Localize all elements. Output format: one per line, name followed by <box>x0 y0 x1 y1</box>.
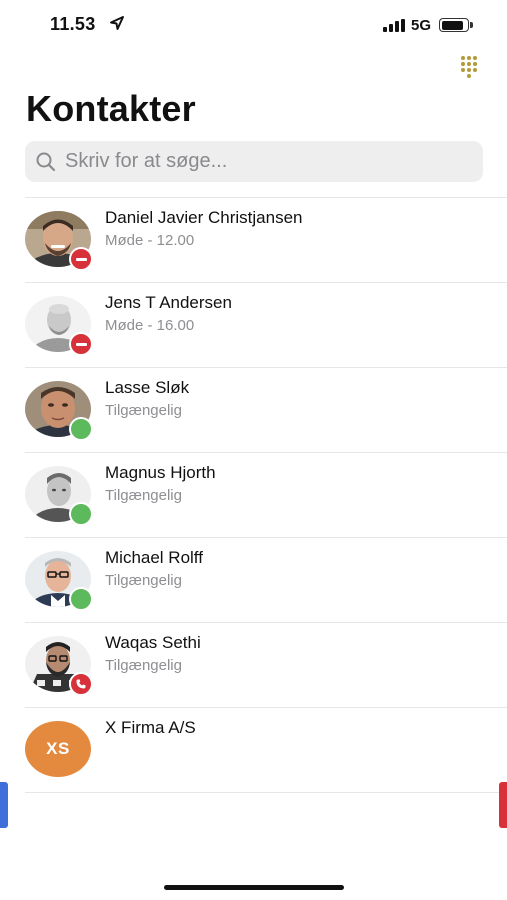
contact-status: Tilgængelig <box>105 572 182 589</box>
right-edge-tab[interactable] <box>499 782 507 828</box>
contact-name: Michael Rolff <box>105 548 203 567</box>
left-edge-tab[interactable] <box>0 782 8 828</box>
contact-status: Tilgængelig <box>105 487 182 504</box>
search-bar[interactable] <box>25 141 483 182</box>
available-status-icon <box>69 502 93 526</box>
available-status-icon <box>69 417 93 441</box>
avatar-wrap <box>25 211 93 271</box>
location-arrow-icon <box>110 16 124 30</box>
contact-row[interactable]: XS X Firma A/S <box>25 708 507 793</box>
dialpad-grid-icon[interactable] <box>458 56 480 78</box>
status-bar: 11.53 5G <box>0 0 507 52</box>
contact-row[interactable]: Magnus Hjorth Tilgængelig <box>25 453 507 538</box>
avatar-wrap <box>25 466 93 526</box>
avatar-wrap <box>25 636 93 696</box>
avatar-wrap <box>25 381 93 441</box>
contact-status: Tilgængelig <box>105 402 182 419</box>
avatar-wrap: XS <box>25 721 91 779</box>
contact-row[interactable]: Jens T Andersen Møde - 16.00 <box>25 283 507 368</box>
avatar-wrap <box>25 296 93 356</box>
busy-status-icon <box>69 247 93 271</box>
phone-icon <box>76 679 86 689</box>
on-call-status-icon <box>69 672 93 696</box>
cellular-signal-icon <box>382 18 405 32</box>
contact-name: Daniel Javier Christjansen <box>105 208 303 227</box>
contact-row[interactable]: Daniel Javier Christjansen Møde - 12.00 <box>25 198 507 283</box>
status-time: 11.53 <box>50 14 96 34</box>
contact-row[interactable]: Michael Rolff Tilgængelig <box>25 538 507 623</box>
home-indicator[interactable] <box>164 885 344 890</box>
contact-name: Magnus Hjorth <box>105 463 216 482</box>
search-icon <box>36 152 56 171</box>
available-status-icon <box>69 587 93 611</box>
status-indicators: 5G <box>382 16 473 34</box>
contact-name: Waqas Sethi <box>105 633 201 652</box>
contact-name: Jens T Andersen <box>105 293 232 312</box>
battery-icon <box>439 18 473 32</box>
network-type: 5G <box>410 16 431 34</box>
contact-name: Lasse Sløk <box>105 378 190 397</box>
contact-status: Møde - 12.00 <box>105 232 195 249</box>
contact-status: Møde - 16.00 <box>105 317 195 334</box>
search-input[interactable] <box>65 150 465 173</box>
contact-name: X Firma A/S <box>105 718 196 737</box>
page-title: Kontakter <box>26 88 196 129</box>
avatar-wrap <box>25 551 93 611</box>
avatar-initials: XS <box>25 721 91 777</box>
busy-status-icon <box>69 332 93 356</box>
contact-row[interactable]: Lasse Sløk Tilgængelig <box>25 368 507 453</box>
contact-row[interactable]: Waqas Sethi Tilgængelig <box>25 623 507 708</box>
contact-status: Tilgængelig <box>105 657 182 674</box>
contact-list: Daniel Javier Christjansen Møde - 12.00 … <box>0 198 507 793</box>
